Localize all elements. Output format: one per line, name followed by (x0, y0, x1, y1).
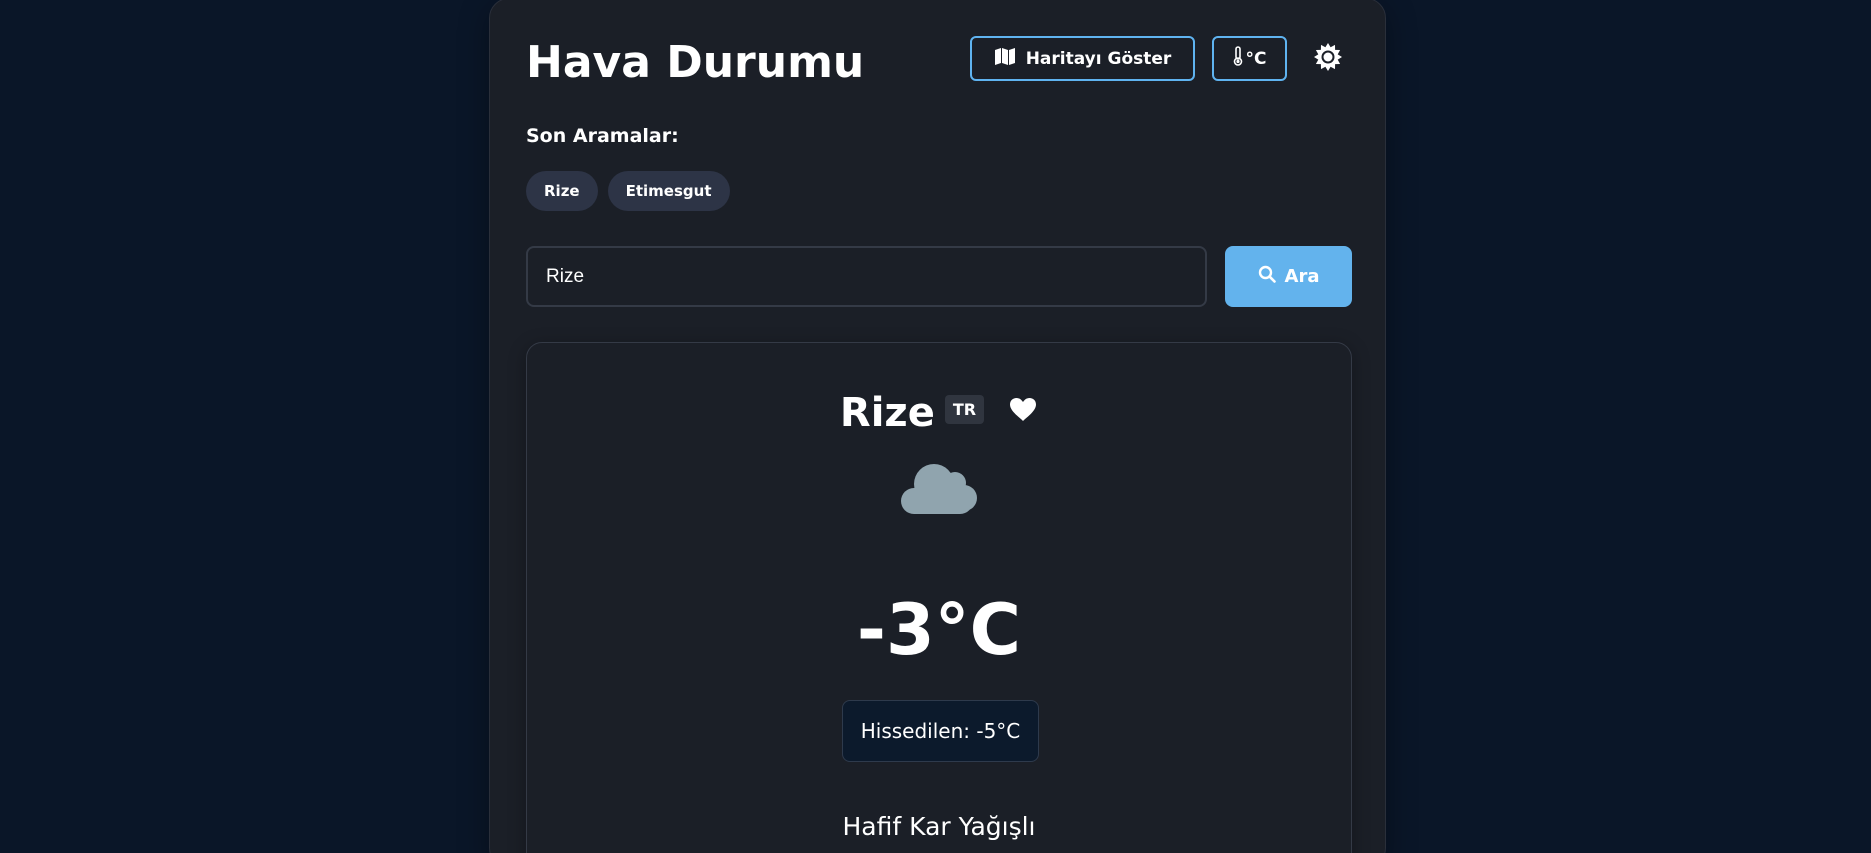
page-title: Hava Durumu (526, 37, 865, 88)
search-button-label: Ara (1284, 266, 1320, 287)
city-name: Rize (839, 390, 935, 436)
sun-icon (1313, 42, 1343, 76)
feels-like-badge: Hissedilen: -5°C (842, 700, 1039, 762)
current-temperature: -3°C (856, 589, 1022, 671)
weather-app-card: Hava Durumu Haritayı Göster °C Son Arama… (489, 0, 1386, 853)
city-header: Rize TR (527, 388, 1351, 438)
country-badge: TR (944, 394, 985, 424)
weather-condition: Hafif Kar Yağışlı (842, 812, 1036, 841)
show-map-label: Haritayı Göster (1025, 48, 1172, 69)
recent-searches-list: Rize Etimesgut (526, 171, 730, 211)
current-weather-card: Rize TR -3°C Hissedilen: -5°C Hafif Kar … (526, 342, 1352, 853)
theme-toggle-button[interactable] (1310, 41, 1346, 77)
favorite-button[interactable] (1008, 396, 1038, 426)
city-search-input[interactable] (526, 246, 1207, 307)
search-button[interactable]: Ara (1225, 246, 1352, 307)
map-icon (994, 47, 1016, 71)
heart-icon (1009, 397, 1037, 426)
show-map-button[interactable]: Haritayı Göster (970, 36, 1195, 81)
thermometer-icon (1233, 46, 1243, 71)
recent-searches-label: Son Aramalar: (526, 125, 679, 147)
temperature-unit-toggle[interactable]: °C (1212, 36, 1287, 81)
search-icon (1258, 265, 1276, 288)
cloud-icon (897, 456, 983, 520)
page: Hava Durumu Haritayı Göster °C Son Arama… (0, 0, 1871, 853)
unit-label: °C (1245, 48, 1267, 69)
recent-search-chip[interactable]: Rize (526, 171, 598, 211)
recent-search-chip[interactable]: Etimesgut (607, 171, 730, 211)
